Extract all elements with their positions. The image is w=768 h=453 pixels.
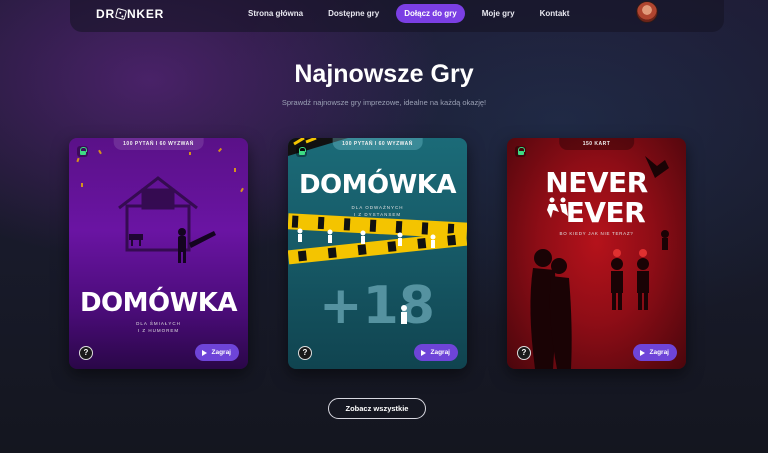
unlocked-icon	[515, 146, 526, 157]
nav-join-game[interactable]: Dołącz do gry	[396, 4, 465, 23]
nav-available-games[interactable]: Dostępne gry	[320, 4, 387, 23]
plus18-text: +18	[319, 276, 435, 336]
card-subtitle-1: DLA ODWAŻNYCH	[351, 205, 404, 210]
card-title-2: EVER	[565, 196, 646, 229]
nav-home[interactable]: Strona główna	[240, 4, 311, 23]
card-title: DOMÓWKA	[298, 170, 457, 200]
card-subtitle-1: BO KIEDY JAK NIE TERAZ?	[559, 231, 634, 236]
page-subtitle: Sprawdź najnowsze gry imprezowe, idealne…	[281, 98, 487, 107]
card-subtitle-2: I Z HUMOREM	[137, 328, 180, 333]
game-card-never-ever[interactable]: 150 KART NEVER EVER BO KIEDY JAK NIE TER…	[507, 138, 686, 369]
game-card-domowka-18[interactable]: +18 100 PYTAŃ I 60 WYZWAŃ DOMÓWKA DLA OD…	[288, 138, 467, 369]
card-subtitle-1: DLA ŚMIAŁYCH	[136, 321, 181, 326]
nav-my-games[interactable]: Moje gry	[474, 4, 523, 23]
play-button[interactable]: Zagraj	[414, 344, 458, 361]
main-menu: Strona główna Dostępne gry Dołącz do gry…	[240, 4, 586, 23]
play-icon	[202, 349, 208, 356]
play-button[interactable]: Zagraj	[195, 344, 239, 361]
play-button[interactable]: Zagraj	[633, 344, 677, 361]
help-icon[interactable]: ?	[517, 346, 531, 360]
user-avatar[interactable]	[636, 1, 658, 23]
card-tag: 100 PYTAŃ I 60 WYZWAŃ	[332, 138, 423, 150]
unlocked-icon	[296, 146, 307, 157]
card-title: DOMÓWKA	[79, 288, 238, 318]
card-tag: 150 KART	[558, 138, 635, 150]
logo-text: DR	[96, 7, 115, 21]
help-icon[interactable]: ?	[298, 346, 312, 360]
card-subtitle-2: I Z DYSTANSEM	[353, 212, 402, 217]
logo-text-end: NKER	[126, 7, 165, 21]
party-illustration	[76, 147, 244, 263]
play-label: Zagraj	[649, 349, 669, 356]
play-icon	[421, 349, 427, 356]
play-icon	[640, 349, 646, 356]
play-label: Zagraj	[430, 349, 450, 356]
play-label: Zagraj	[211, 349, 231, 356]
game-card-domowka-humor[interactable]: 100 PYTAŃ I 60 WYZWAŃ DOMÓWKA DLA ŚMIAŁY…	[69, 138, 248, 369]
nav-contact[interactable]: Kontakt	[532, 4, 578, 23]
dice-icon	[114, 7, 128, 21]
top-navbar: DR NKER Strona główna Dostępne gry Dołącz…	[70, 0, 724, 32]
logo[interactable]: DR NKER	[96, 7, 164, 21]
card-tag: 100 PYTAŃ I 60 WYZWAŃ	[113, 138, 204, 150]
help-icon[interactable]: ?	[79, 346, 93, 360]
page-title: Najnowsze Gry	[294, 60, 474, 88]
see-all-button[interactable]: Zobacz wszystkie	[328, 398, 426, 419]
card-title-1: NEVER	[545, 166, 648, 199]
unlocked-icon	[77, 146, 88, 157]
